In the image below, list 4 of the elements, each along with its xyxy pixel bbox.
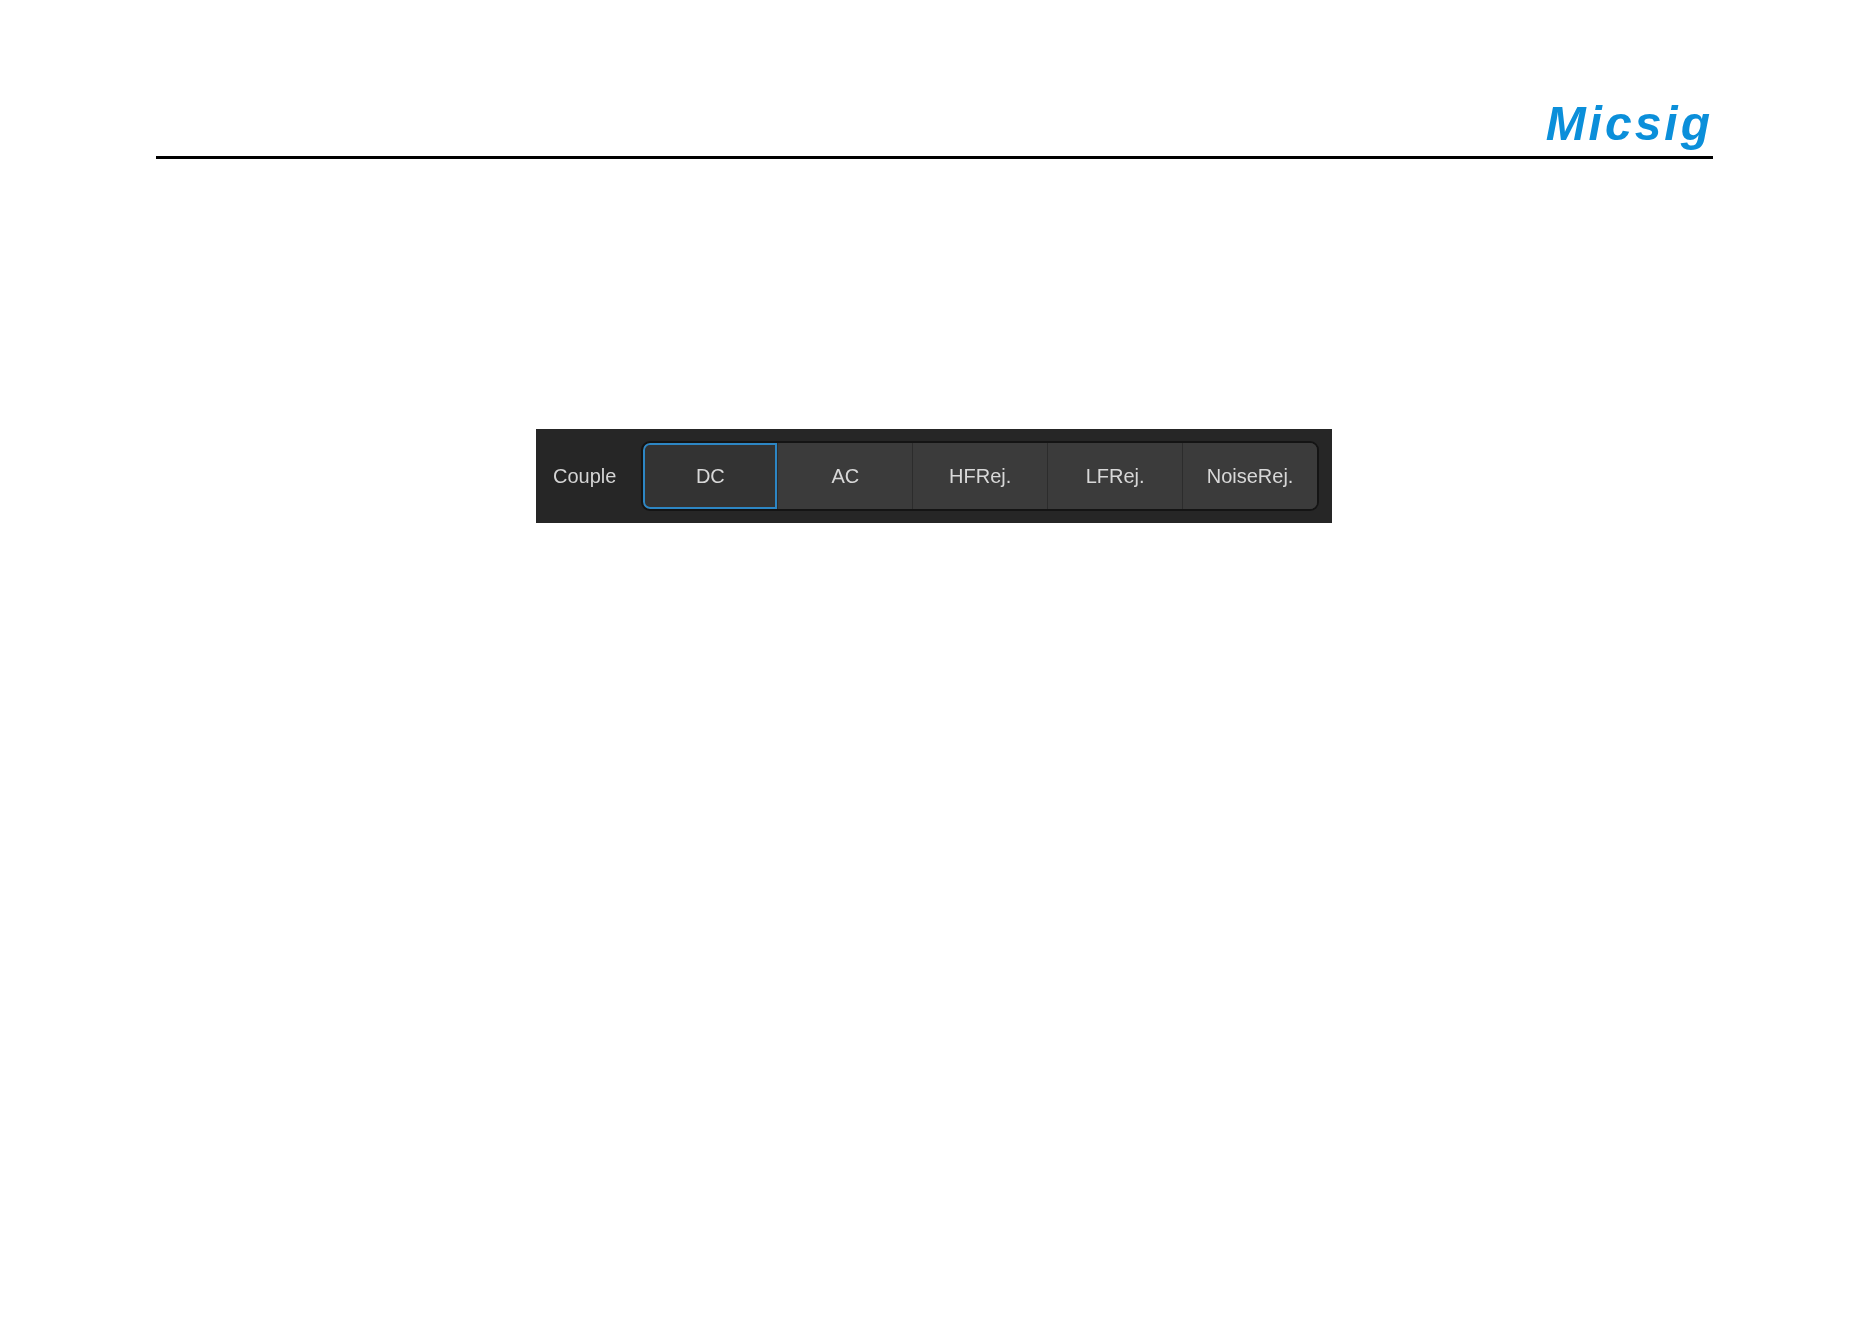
coupling-option[interactable]: NoiseRej.	[1182, 443, 1317, 509]
coupling-option[interactable]: DC	[643, 443, 778, 509]
brand-logo: Micsig	[1545, 100, 1713, 148]
couple-label: Couple	[553, 464, 617, 489]
